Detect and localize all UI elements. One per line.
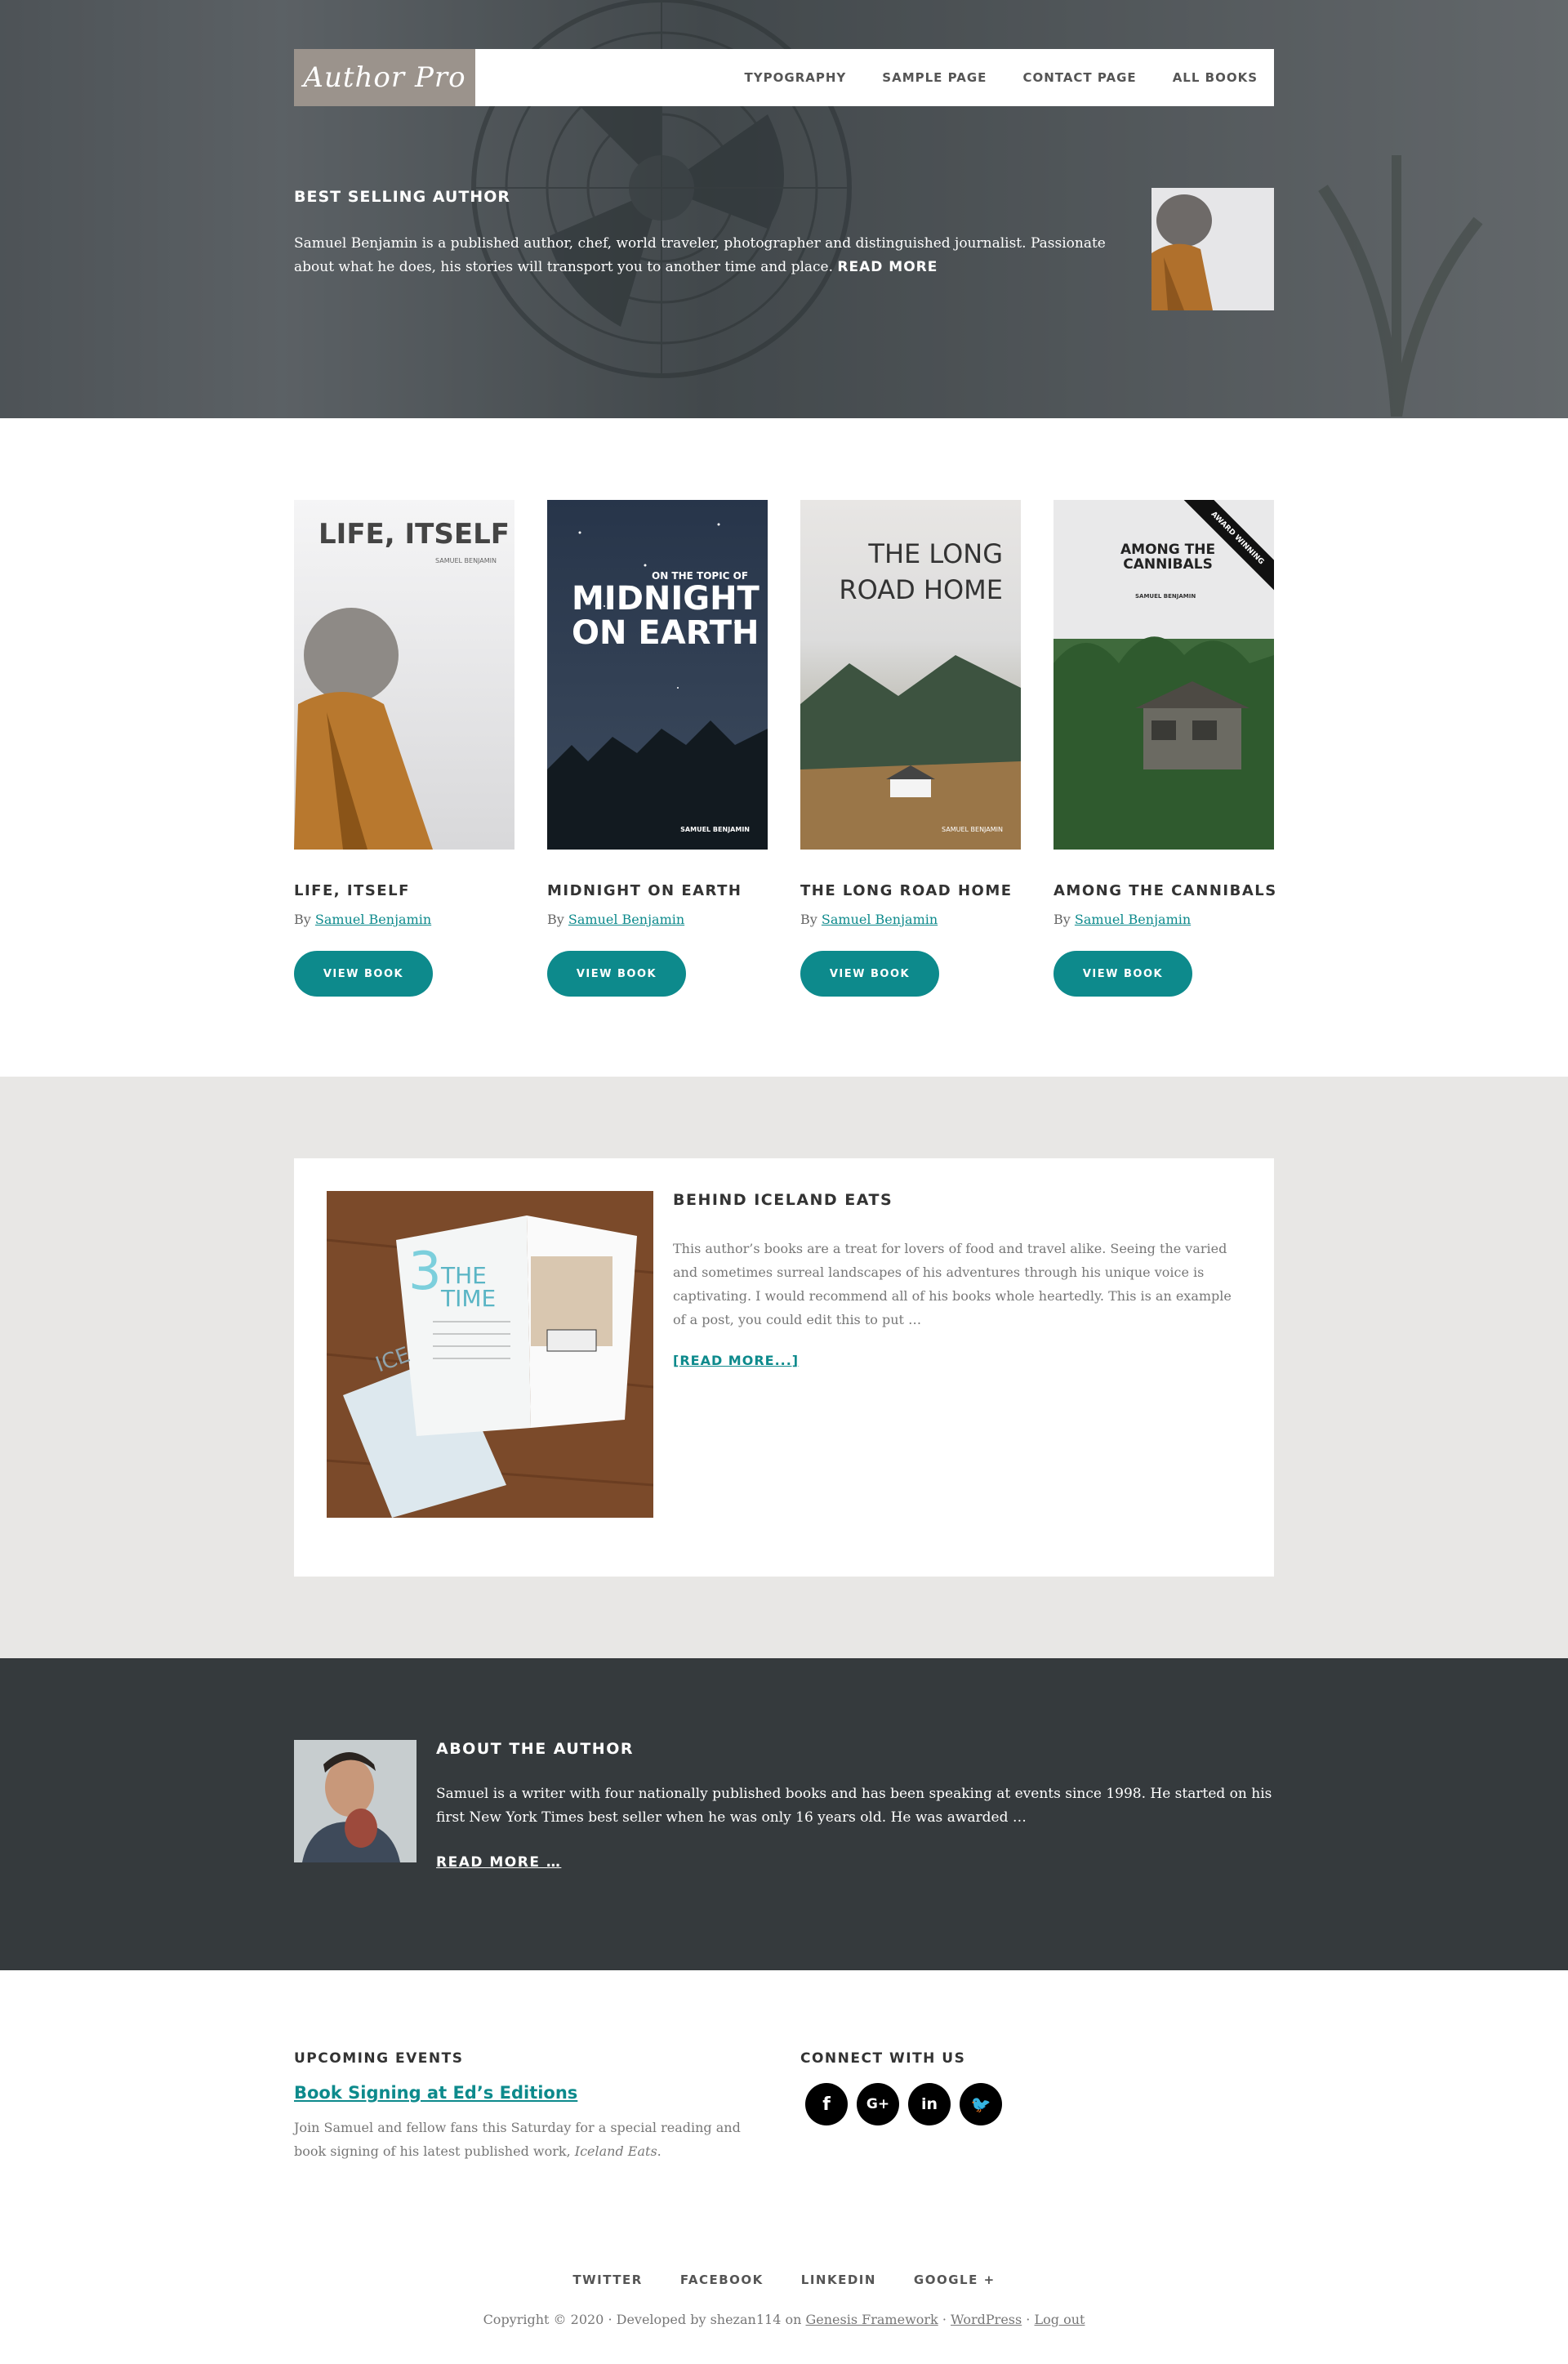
- image-title-line-1: THE: [441, 1262, 487, 1289]
- book-cover[interactable]: LIFE, ITSELF SAMUEL BENJAMIN: [294, 500, 514, 850]
- facebook-icon[interactable]: f: [805, 2083, 848, 2125]
- connect-heading: CONNECT WITH US: [800, 2050, 966, 2067]
- logout-link[interactable]: Log out: [1034, 2312, 1085, 2327]
- book-byline: By Samuel Benjamin: [800, 912, 938, 927]
- hero-section: Author Pro TYPOGRAPHY SAMPLE PAGE CONTAC…: [0, 0, 1568, 418]
- copyright: Copyright © 2020 · Developed by shezan11…: [0, 2312, 1568, 2327]
- book-title: MIDNIGHT ON EARTH: [547, 882, 742, 899]
- nav-item-all-books[interactable]: ALL BOOKS: [1173, 70, 1258, 85]
- hero-bio-text: Samuel Benjamin is a published author, c…: [294, 235, 1106, 275]
- footer-link-linkedin[interactable]: LINKEDIN: [801, 2273, 876, 2287]
- event-link[interactable]: Book Signing at Ed’s Editions: [294, 2083, 577, 2103]
- google-plus-icon[interactable]: G+: [857, 2083, 899, 2125]
- hero-heading: BEST SELLING AUTHOR: [294, 188, 510, 206]
- linkedin-icon[interactable]: in: [908, 2083, 951, 2125]
- byline-prefix: By: [1054, 912, 1071, 927]
- featured-post-excerpt: This author’s books are a treat for love…: [673, 1241, 1232, 1327]
- cover-author: SAMUEL BENJAMIN: [435, 557, 497, 564]
- author-link[interactable]: Samuel Benjamin: [822, 912, 938, 927]
- featured-post-title[interactable]: BEHIND ICELAND EATS: [673, 1191, 893, 1209]
- main-menu: TYPOGRAPHY SAMPLE PAGE CONTACT PAGE ALL …: [709, 70, 1258, 85]
- separator: ·: [1026, 2312, 1031, 2327]
- wordpress-link[interactable]: WordPress: [951, 2312, 1022, 2327]
- about-author-section: ABOUT THE AUTHOR Samuel is a writer with…: [0, 1658, 1568, 1970]
- hero-bio: Samuel Benjamin is a published author, c…: [294, 232, 1127, 279]
- about-heading: ABOUT THE AUTHOR: [436, 1740, 634, 1758]
- cover-title-line-1: AMONG THE: [1120, 542, 1216, 558]
- footer-link-facebook[interactable]: FACEBOOK: [680, 2273, 764, 2287]
- view-book-button[interactable]: VIEW BOOK: [800, 951, 939, 997]
- nav-item-contact-page[interactable]: CONTACT PAGE: [1022, 70, 1136, 85]
- cover-author: SAMUEL BENJAMIN: [942, 826, 1003, 833]
- hero-read-more-link[interactable]: READ MORE: [837, 259, 938, 275]
- cover-author: SAMUEL BENJAMIN: [680, 826, 750, 833]
- book-byline: By Samuel Benjamin: [1054, 912, 1191, 927]
- view-book-button[interactable]: VIEW BOOK: [547, 951, 686, 997]
- footer-link-google-plus[interactable]: GOOGLE +: [914, 2273, 996, 2287]
- book-card: LIFE, ITSELF SAMUEL BENJAMIN LIFE, ITSEL…: [294, 500, 514, 997]
- book-byline: By Samuel Benjamin: [294, 912, 431, 927]
- event-description: Join Samuel and fellow fans this Saturda…: [294, 2116, 768, 2163]
- cover-title: MIDNIGHT ON EARTH: [572, 582, 760, 650]
- event-description-text: Join Samuel and fellow fans this Saturda…: [294, 2120, 741, 2159]
- book-cover[interactable]: ON THE TOPIC OF MIDNIGHT ON EARTH SAMUEL…: [547, 500, 768, 850]
- byline-prefix: By: [800, 912, 817, 927]
- footer-navigation: TWITTER FACEBOOK LINKEDIN GOOGLE +: [0, 2273, 1568, 2287]
- image-number: 3: [408, 1242, 442, 1302]
- upcoming-events-heading: UPCOMING EVENTS: [294, 2050, 464, 2067]
- cover-title: LIFE, ITSELF: [318, 518, 510, 551]
- cover-title-line-2: CANNIBALS: [1123, 556, 1213, 573]
- site-logo[interactable]: Author Pro: [294, 49, 475, 106]
- view-book-button[interactable]: VIEW BOOK: [1054, 951, 1192, 997]
- book-card: ON THE TOPIC OF MIDNIGHT ON EARTH SAMUEL…: [547, 500, 768, 997]
- book-title: THE LONG ROAD HOME: [800, 882, 1013, 899]
- cover-title-line-1: THE LONG: [868, 538, 1003, 569]
- image-title-line-2: TIME: [441, 1285, 497, 1312]
- author-link[interactable]: Samuel Benjamin: [1075, 912, 1191, 927]
- byline-prefix: By: [547, 912, 564, 927]
- cover-title: THE LONG ROAD HOME: [839, 536, 1003, 608]
- book-cover[interactable]: AMONG THE CANNIBALS SAMUEL BENJAMIN AWAR…: [1054, 500, 1274, 850]
- cover-title: AMONG THE CANNIBALS: [1120, 542, 1215, 572]
- cover-title-line-2: ROAD HOME: [839, 574, 1003, 605]
- byline-prefix: By: [294, 912, 311, 927]
- featured-post-image[interactable]: 3 THE TIME ICE: [327, 1191, 653, 1518]
- author-portrait: [294, 1740, 416, 1862]
- cover-title-line-2: ON EARTH: [572, 614, 760, 652]
- image-title: THE TIME: [441, 1265, 496, 1310]
- genesis-framework-link[interactable]: Genesis Framework: [805, 2312, 938, 2327]
- book-cover[interactable]: THE LONG ROAD HOME SAMUEL BENJAMIN: [800, 500, 1021, 850]
- event-description-end: .: [657, 2143, 662, 2159]
- separator: ·: [942, 2312, 947, 2327]
- book-card: AMONG THE CANNIBALS SAMUEL BENJAMIN AWAR…: [1054, 500, 1276, 997]
- top-navigation: Author Pro TYPOGRAPHY SAMPLE PAGE CONTAC…: [294, 49, 1274, 106]
- view-book-button[interactable]: VIEW BOOK: [294, 951, 433, 997]
- nav-item-typography[interactable]: TYPOGRAPHY: [745, 70, 847, 85]
- copyright-text: Copyright © 2020 · Developed by shezan11…: [483, 2312, 802, 2327]
- event-book-title: Iceland Eats: [574, 2143, 657, 2159]
- twitter-icon[interactable]: 🐦: [960, 2083, 1002, 2125]
- footer-link-twitter[interactable]: TWITTER: [572, 2273, 642, 2287]
- social-icons: f G+ in 🐦: [805, 2083, 1011, 2125]
- author-link[interactable]: Samuel Benjamin: [315, 912, 431, 927]
- cover-title-line-1: MIDNIGHT: [572, 580, 760, 618]
- book-byline: By Samuel Benjamin: [547, 912, 684, 927]
- about-read-more-link[interactable]: READ MORE …: [436, 1854, 561, 1871]
- book-title: LIFE, ITSELF: [294, 882, 410, 899]
- featured-post-card: 3 THE TIME ICE BEHIND ICELAND EATS This …: [294, 1158, 1274, 1577]
- author-link[interactable]: Samuel Benjamin: [568, 912, 684, 927]
- about-text: Samuel is a writer with four nationally …: [436, 1786, 1272, 1826]
- author-photo-thumbnail: [1152, 188, 1274, 310]
- nav-item-sample-page[interactable]: SAMPLE PAGE: [882, 70, 987, 85]
- featured-post-read-more[interactable]: [READ MORE...]: [673, 1353, 799, 1368]
- book-card: THE LONG ROAD HOME SAMUEL BENJAMIN THE L…: [800, 500, 1021, 997]
- cover-author: SAMUEL BENJAMIN: [1135, 593, 1196, 600]
- book-title: AMONG THE CANNIBALS: [1054, 882, 1277, 899]
